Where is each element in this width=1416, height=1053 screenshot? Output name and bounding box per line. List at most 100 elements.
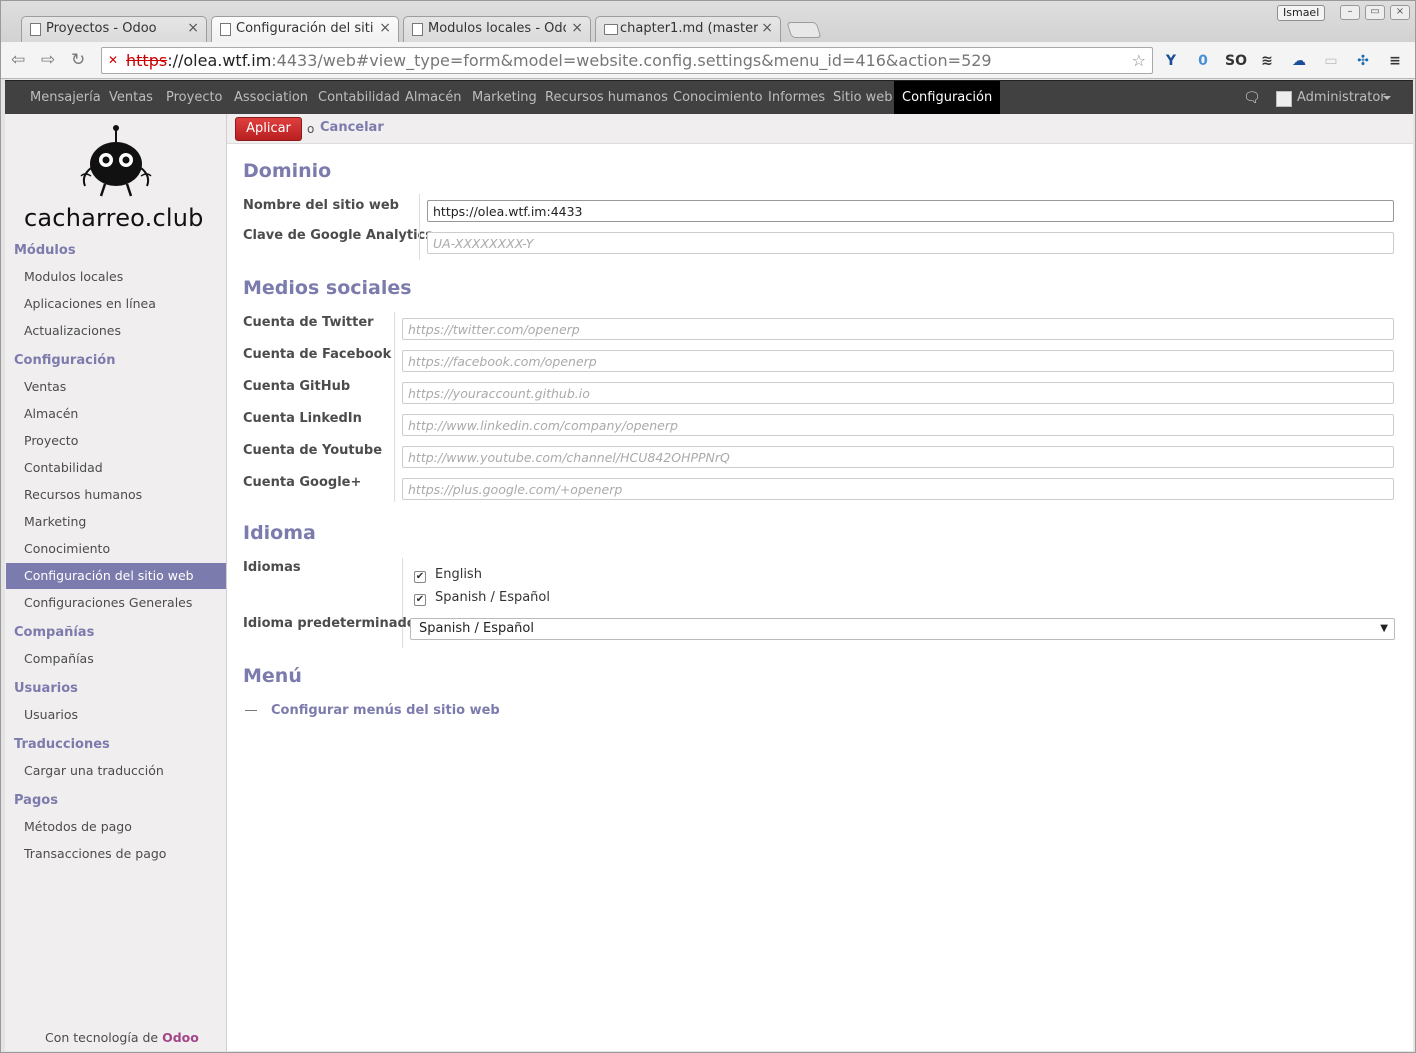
sidebar-item-cargar-traduccion[interactable]: Cargar una traducción: [6, 758, 226, 784]
extension-y-icon[interactable]: Y: [1161, 51, 1181, 71]
profile-button[interactable]: Ismael: [1277, 5, 1326, 21]
language-option-spanish[interactable]: ✔ Spanish / Español: [414, 590, 550, 606]
user-menu[interactable]: Administrator: [1297, 81, 1386, 115]
divider: [394, 312, 395, 502]
sidebar-item-transacciones-pago[interactable]: Transacciones de pago: [6, 841, 226, 867]
close-icon[interactable]: ×: [571, 20, 583, 36]
configure-menus-link[interactable]: Configurar menús del sitio web: [271, 703, 500, 718]
github-label: Cuenta GitHub: [243, 379, 351, 394]
logo-text: cacharreo.club: [24, 204, 204, 232]
facebook-label: Cuenta de Facebook: [243, 347, 392, 362]
browser-tab-proyectos[interactable]: Proyectos - Odoo ×: [21, 16, 207, 43]
github-field[interactable]: [402, 382, 1394, 404]
sidebar-section-modulos: Módulos: [14, 243, 76, 258]
twitter-field[interactable]: [402, 318, 1394, 340]
cancel-button[interactable]: Cancelar: [320, 120, 384, 135]
sidebar-item-proyecto[interactable]: Proyecto: [6, 428, 226, 454]
extension-cloud-icon[interactable]: ☁: [1289, 51, 1309, 71]
linkedin-label: Cuenta LinkedIn: [243, 411, 362, 426]
bookmark-star-icon[interactable]: ☆: [1132, 48, 1146, 73]
new-tab-button[interactable]: [786, 22, 822, 38]
topnav-sitio-web[interactable]: Sitio web: [825, 81, 901, 115]
odoo-link[interactable]: Odoo: [162, 1030, 199, 1045]
topnav-marketing[interactable]: Marketing: [464, 81, 545, 115]
default-language-value: Spanish / Español: [419, 621, 534, 636]
sidebar-item-recursos-humanos[interactable]: Recursos humanos: [6, 482, 226, 508]
extension-network-icon[interactable]: ✣: [1353, 51, 1373, 71]
facebook-field[interactable]: [402, 350, 1394, 372]
browser-tab-chapter1[interactable]: chapter1.md (master) ×: [595, 16, 781, 43]
url-host: ://olea.wtf.im: [167, 51, 272, 70]
maximize-icon[interactable]: ▭: [1365, 5, 1385, 20]
extension-cast-icon[interactable]: ▭: [1321, 51, 1341, 71]
insecure-lock-icon: ✕: [108, 53, 119, 67]
divider: [419, 194, 420, 260]
topnav-association[interactable]: Association: [226, 81, 316, 115]
menu-hamburger-icon[interactable]: ≡: [1385, 51, 1405, 71]
topnav-informes[interactable]: Informes: [760, 81, 833, 115]
topnav-conocimiento[interactable]: Conocimiento: [665, 81, 771, 115]
sidebar-item-ventas[interactable]: Ventas: [6, 374, 226, 400]
sidebar-item-actualizaciones[interactable]: Actualizaciones: [6, 318, 226, 344]
robot-logo-icon: [80, 125, 152, 197]
checkbox-checked-icon[interactable]: ✔: [414, 571, 426, 583]
sidebar-item-companias[interactable]: Compañías: [6, 646, 226, 672]
website-name-label: Nombre del sitio web: [243, 198, 399, 213]
section-title-idioma: Idioma: [243, 522, 316, 544]
browser-tab-configuracion[interactable]: Configuración del sitio web ×: [211, 16, 399, 43]
book-icon: [604, 24, 618, 35]
minimize-icon[interactable]: –: [1340, 5, 1360, 20]
ga-key-label: Clave de Google Analytics: [243, 228, 434, 243]
topnav-configuracion[interactable]: Configuración: [894, 81, 1001, 115]
sidebar-item-conocimiento[interactable]: Conocimiento: [6, 536, 226, 562]
sidebar-item-configuraciones-generales[interactable]: Configuraciones Generales: [6, 590, 226, 616]
topnav-mensajeria[interactable]: Mensajería: [22, 81, 109, 115]
close-window-icon[interactable]: ×: [1390, 5, 1410, 20]
default-language-select[interactable]: Spanish / Español ▼: [410, 618, 1395, 640]
sidebar-item-aplicaciones[interactable]: Aplicaciones en línea: [6, 291, 226, 317]
avatar[interactable]: [1276, 91, 1292, 107]
sidebar-item-metodos-pago[interactable]: Métodos de pago: [6, 814, 226, 840]
linkedin-field[interactable]: [402, 414, 1394, 436]
extension-ghostery-icon[interactable]: 0: [1193, 51, 1213, 71]
checkbox-checked-icon[interactable]: ✔: [414, 594, 426, 606]
sidebar-item-contabilidad[interactable]: Contabilidad: [6, 455, 226, 481]
topnav-recursos-humanos[interactable]: Recursos humanos: [537, 81, 676, 115]
topnav-almacen[interactable]: Almacén: [397, 81, 470, 115]
section-title-medios-sociales: Medios sociales: [243, 277, 412, 299]
extension-stack-icon[interactable]: ≋: [1257, 51, 1277, 71]
ga-key-field[interactable]: [427, 232, 1394, 254]
sidebar-section-traducciones: Traducciones: [14, 737, 110, 752]
sidebar-section-companias: Compañías: [14, 625, 95, 640]
chevron-down-icon[interactable]: [1383, 96, 1391, 100]
url-scheme: https: [126, 51, 168, 70]
close-icon[interactable]: ×: [187, 20, 199, 36]
close-icon[interactable]: ×: [761, 20, 773, 36]
browser-tab-modulos[interactable]: Modulos locales - Odoo ×: [403, 16, 591, 43]
apply-button[interactable]: Aplicar: [235, 117, 302, 141]
browser-toolbar: ⇦ ⇨ ↻ ✕ https://olea.wtf.im:4433/web#vie…: [1, 42, 1415, 79]
website-name-field[interactable]: [427, 200, 1394, 222]
sidebar-item-configuracion-sitio-web[interactable]: Configuración del sitio web: [6, 563, 226, 589]
topnav-ventas[interactable]: Ventas: [101, 81, 161, 115]
sidebar-item-modulos-locales[interactable]: Modulos locales: [6, 264, 226, 290]
sidebar-item-marketing[interactable]: Marketing: [6, 509, 226, 535]
reload-icon[interactable]: ↻: [71, 50, 85, 70]
main-content: Aplicar o Cancelar Dominio Nombre del si…: [227, 114, 1413, 1051]
language-option-english[interactable]: ✔ English: [414, 567, 482, 583]
chat-icon[interactable]: 🗨: [1243, 90, 1261, 106]
topnav-contabilidad[interactable]: Contabilidad: [310, 81, 408, 115]
topnav-proyecto[interactable]: Proyecto: [158, 81, 231, 115]
close-icon[interactable]: ×: [379, 20, 391, 36]
extension-so-icon[interactable]: SO: [1223, 51, 1249, 71]
sidebar-item-almacen[interactable]: Almacén: [6, 401, 226, 427]
forward-icon[interactable]: ⇨: [41, 50, 55, 70]
sidebar-section-configuracion: Configuración: [14, 353, 116, 368]
company-logo[interactable]: cacharreo.club: [5, 114, 227, 239]
address-bar[interactable]: ✕ https://olea.wtf.im:4433/web#view_type…: [101, 47, 1153, 74]
sidebar-item-usuarios[interactable]: Usuarios: [6, 702, 226, 728]
youtube-field[interactable]: [402, 446, 1394, 468]
googleplus-field[interactable]: [402, 478, 1394, 500]
page-icon: [412, 23, 423, 36]
back-icon[interactable]: ⇦: [11, 50, 25, 70]
